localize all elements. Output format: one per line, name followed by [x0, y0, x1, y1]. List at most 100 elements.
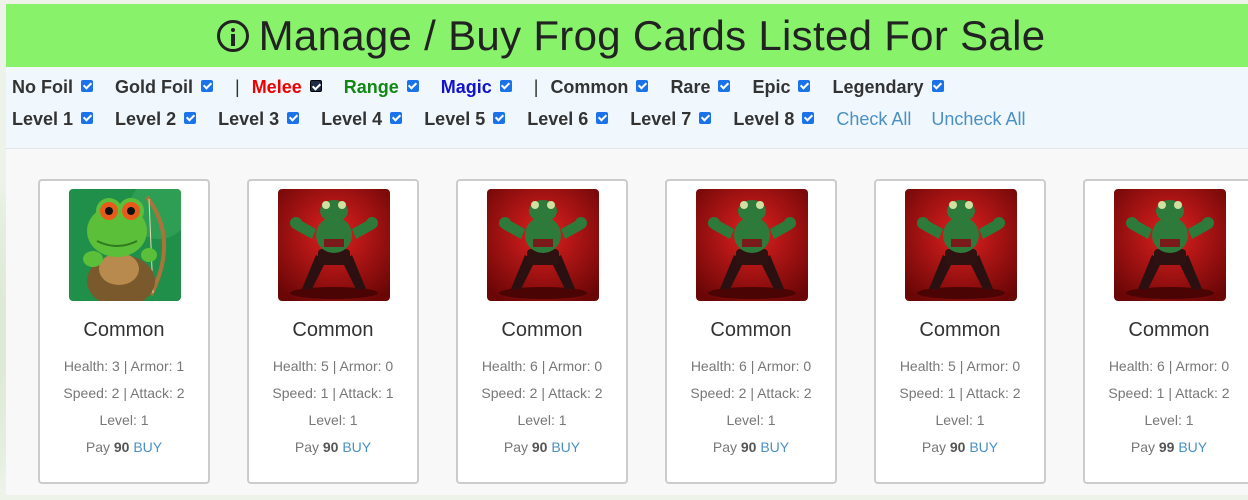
card-speed-attack: Speed: 1 | Attack: 2: [899, 385, 1021, 401]
pay-label: Pay: [85, 439, 110, 455]
pay-label: Pay: [294, 439, 319, 455]
card-price-line: Pay 90 BUY: [667, 439, 835, 455]
buy-button[interactable]: BUY: [551, 439, 580, 455]
buy-button[interactable]: BUY: [760, 439, 789, 455]
filter-label: Level 3: [218, 109, 280, 129]
buy-button[interactable]: BUY: [969, 439, 998, 455]
card-speed-attack: Speed: 2 | Attack: 2: [690, 385, 812, 401]
card-price: 90: [113, 439, 130, 455]
checkbox[interactable]: [596, 111, 609, 124]
checkbox[interactable]: [636, 79, 649, 92]
filter-range[interactable]: Range: [344, 77, 419, 98]
checkbox[interactable]: [802, 111, 815, 124]
card-rarity: Common: [83, 319, 165, 341]
filter-level-2[interactable]: Level 2: [115, 109, 197, 130]
card-rarity: Common: [919, 319, 1001, 341]
card-price-line: Pay 90 BUY: [876, 439, 1044, 455]
card-price-line: Pay 90 BUY: [249, 439, 417, 455]
card-rarity: Common: [710, 319, 792, 341]
card-price: 99: [1158, 439, 1175, 455]
card-health-armor: Health: 6 | Armor: 0: [1108, 358, 1230, 374]
page-title: Manage / Buy Frog Cards Listed For Sale: [258, 11, 1046, 59]
uncheck-all-link[interactable]: Uncheck All: [931, 109, 1025, 130]
page-header: Manage / Buy Frog Cards Listed For Sale: [6, 4, 1248, 67]
info-circle-icon: [216, 19, 249, 52]
card-speed-attack: Speed: 2 | Attack: 2: [63, 385, 185, 401]
card-speed-attack: Speed: 1 | Attack: 2: [1108, 385, 1230, 401]
frog-card: Common Health: 6 | Armor: 0 Speed: 1 | A…: [1083, 179, 1248, 484]
checkbox[interactable]: [931, 79, 944, 92]
card-health-armor: Health: 5 | Armor: 0: [272, 358, 394, 374]
filter-no-foil[interactable]: No Foil: [12, 77, 93, 98]
filter-label: Level 5: [424, 109, 486, 129]
card-rarity: Common: [292, 319, 374, 341]
filter-level-3[interactable]: Level 3: [218, 109, 300, 130]
card-health-armor: Health: 6 | Armor: 0: [690, 358, 812, 374]
frog-card: Common Health: 6 | Armor: 0 Speed: 2 | A…: [456, 179, 628, 484]
frog-card: Common Health: 6 | Armor: 0 Speed: 2 | A…: [665, 179, 837, 484]
filter-level-6[interactable]: Level 6: [527, 109, 609, 130]
filter-common[interactable]: Common: [550, 77, 649, 98]
card-price-line: Pay 90 BUY: [40, 439, 208, 455]
filter-label: Level 1: [12, 109, 74, 129]
frog-card: Common Health: 5 | Armor: 0 Speed: 1 | A…: [874, 179, 1046, 484]
check-all-link[interactable]: Check All: [836, 109, 911, 130]
separator: |: [533, 77, 539, 97]
buy-button[interactable]: BUY: [342, 439, 371, 455]
filter-label: Level 7: [630, 109, 692, 129]
card-health-armor: Health: 5 | Armor: 0: [899, 358, 1021, 374]
filter-label: Level 8: [733, 109, 795, 129]
frog-card: Common Health: 5 | Armor: 0 Speed: 1 | A…: [247, 179, 419, 484]
filter-legendary[interactable]: Legendary: [832, 77, 944, 98]
checkbox[interactable]: [798, 79, 811, 92]
card-speed-attack: Speed: 2 | Attack: 2: [481, 385, 603, 401]
pay-label: Pay: [921, 439, 946, 455]
filter-level-8[interactable]: Level 8: [733, 109, 815, 130]
card-level: Level: 1: [517, 412, 567, 428]
card-health-armor: Health: 6 | Armor: 0: [481, 358, 603, 374]
filter-level-5[interactable]: Level 5: [424, 109, 506, 130]
checkbox[interactable]: [287, 111, 300, 124]
card-price-line: Pay 99 BUY: [1085, 439, 1248, 455]
filter-label: Level 4: [321, 109, 383, 129]
filter-label: Level 2: [115, 109, 177, 129]
checkbox[interactable]: [184, 111, 197, 124]
checkbox[interactable]: [81, 79, 93, 92]
filter-level-7[interactable]: Level 7: [630, 109, 712, 130]
fighter-frog-image: [905, 189, 1017, 301]
filter-label: Magic: [440, 77, 492, 97]
fighter-frog-image: [1114, 189, 1226, 301]
checkbox[interactable]: [699, 111, 712, 124]
filter-gold-foil[interactable]: Gold Foil: [115, 77, 213, 98]
card-price: 90: [740, 439, 757, 455]
card-price-line: Pay 90 BUY: [458, 439, 626, 455]
filter-row-levels: Level 1 Level 2 Level 3 Level 4 Level 5 …: [12, 109, 1045, 130]
checkbox[interactable]: [718, 79, 731, 92]
checkbox[interactable]: [81, 111, 94, 124]
buy-button[interactable]: BUY: [1178, 439, 1207, 455]
checkbox[interactable]: [201, 79, 213, 92]
filter-level-4[interactable]: Level 4: [321, 109, 403, 130]
fighter-frog-image: [696, 189, 808, 301]
checkbox[interactable]: [406, 79, 419, 92]
checkbox[interactable]: [499, 79, 512, 92]
filter-level-1[interactable]: Level 1: [12, 109, 94, 130]
checkbox[interactable]: [493, 111, 506, 124]
filter-label: No Foil: [12, 77, 73, 97]
filter-label: Level 6: [527, 109, 589, 129]
filter-rare[interactable]: Rare: [670, 77, 731, 98]
filter-label: Gold Foil: [115, 77, 193, 97]
filter-panel: No Foil Gold Foil | Melee Range Magic | …: [6, 67, 1248, 149]
checkbox[interactable]: [390, 111, 403, 124]
card-health-armor: Health: 3 | Armor: 1: [63, 358, 185, 374]
filter-label: Common: [550, 77, 629, 97]
filter-magic[interactable]: Magic: [441, 77, 512, 98]
filter-epic[interactable]: Epic: [752, 77, 811, 98]
separator: |: [235, 77, 240, 97]
filter-melee[interactable]: Melee: [252, 77, 322, 98]
buy-button[interactable]: BUY: [133, 439, 162, 455]
card-price: 90: [949, 439, 966, 455]
filter-label: Rare: [670, 77, 711, 97]
checkbox[interactable]: [309, 79, 322, 92]
card-level: Level: 1: [935, 412, 985, 428]
